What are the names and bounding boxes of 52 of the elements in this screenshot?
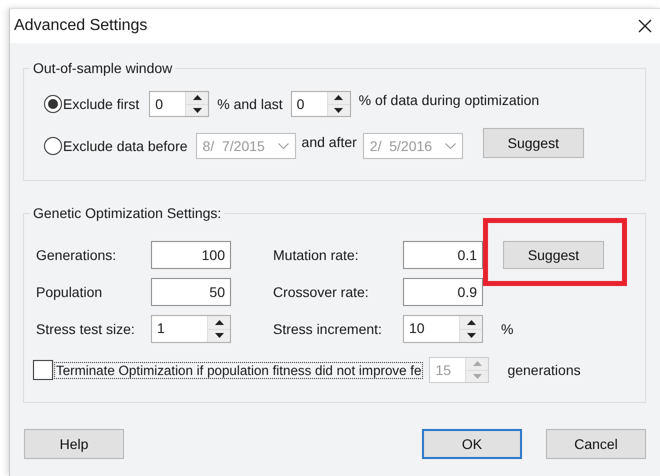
- up-arrow-icon: [214, 320, 224, 325]
- spin-field[interactable]: 0: [149, 91, 210, 117]
- close-icon[interactable]: [638, 19, 652, 33]
- field-label: Crossover rate:: [272, 284, 370, 300]
- unit-label: %: [501, 321, 514, 337]
- spin-up-button[interactable]: [460, 316, 482, 328]
- spin-down-button[interactable]: [186, 104, 208, 116]
- spin-up-button[interactable]: [328, 92, 350, 104]
- chevron-down-icon: [444, 143, 456, 149]
- down-arrow-icon: [192, 108, 202, 113]
- spin-down-button[interactable]: [328, 104, 350, 116]
- down-arrow-icon: [334, 108, 344, 113]
- radio-label[interactable]: Exclude data before: [63, 138, 188, 154]
- spin-field[interactable]: 1: [151, 315, 231, 343]
- field-label: Mutation rate:: [272, 247, 360, 263]
- spin-up-button[interactable]: [208, 316, 230, 328]
- unit-label: % and last: [217, 96, 283, 112]
- unit-label: % of data during optimization: [358, 92, 540, 108]
- window-title: Advanced Settings: [14, 17, 148, 35]
- field-label: Stress increment:: [272, 321, 383, 337]
- unit-label: generations: [507, 362, 581, 378]
- up-arrow-icon: [472, 361, 482, 366]
- group-title: Genetic Optimization Settings:: [32, 205, 222, 221]
- field-label: Population: [36, 284, 104, 300]
- input-field[interactable]: 100: [151, 241, 231, 269]
- input-field[interactable]: 50: [151, 278, 231, 306]
- radio-button[interactable]: [44, 95, 62, 113]
- dialog-button[interactable]: Cancel: [546, 429, 646, 459]
- suggest-button[interactable]: Suggest: [503, 241, 604, 269]
- dialog-button[interactable]: Help: [24, 429, 124, 459]
- input-field[interactable]: 0.9: [403, 278, 483, 306]
- radio-button[interactable]: [44, 137, 62, 155]
- down-arrow-icon: [214, 333, 224, 338]
- field-label: Generations:: [36, 247, 118, 263]
- spin-field[interactable]: 10: [403, 315, 483, 343]
- up-arrow-icon: [466, 320, 476, 325]
- date-label: and after: [302, 134, 357, 150]
- down-arrow-icon: [466, 333, 476, 338]
- input-field[interactable]: 0.1: [403, 241, 483, 269]
- spin-down-button[interactable]: [208, 328, 230, 342]
- suggest-button[interactable]: Suggest: [482, 128, 584, 158]
- spin-up-button[interactable]: [186, 92, 208, 104]
- spin-down-button[interactable]: [460, 328, 482, 342]
- up-arrow-icon: [192, 95, 202, 100]
- dialog-button[interactable]: OK: [422, 429, 522, 459]
- chevron-down-icon: [278, 143, 289, 149]
- radio-label[interactable]: Exclude first: [63, 96, 140, 112]
- down-arrow-icon: [472, 374, 482, 379]
- group-title: Out-of-sample window: [32, 60, 174, 76]
- spin-field[interactable]: 0: [290, 91, 351, 117]
- up-arrow-icon: [334, 95, 344, 100]
- field-label: Stress test size:: [36, 321, 136, 337]
